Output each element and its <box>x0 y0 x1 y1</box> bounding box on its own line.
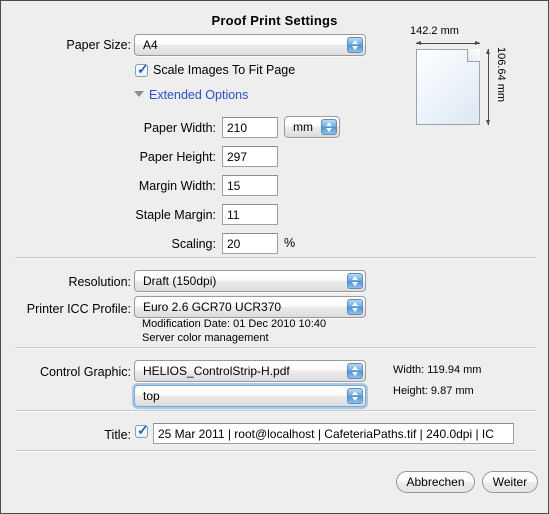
divider <box>15 450 536 451</box>
paper-width-label: Paper Width: <box>143 121 216 135</box>
scaling-value: 20 <box>227 236 241 251</box>
scaling-label: Scaling: <box>171 237 216 251</box>
icc-profile-value: Euro 2.6 GCR70 UCR370 <box>143 300 282 314</box>
stepper-icon[interactable] <box>347 273 363 289</box>
unit-value: mm <box>293 120 313 134</box>
staple-margin-input[interactable]: 11 <box>222 204 278 225</box>
icc-profile-select[interactable]: Euro 2.6 GCR70 UCR370 <box>134 296 366 318</box>
scaling-percent-suffix: % <box>284 236 296 250</box>
paper-height-value: 297 <box>227 149 248 164</box>
control-graphic-position-select[interactable]: top <box>134 385 366 407</box>
icc-profile-label: Printer ICC Profile: <box>26 302 131 316</box>
stepper-icon[interactable] <box>347 299 363 315</box>
resolution-value: Draft (150dpi) <box>143 274 217 288</box>
stepper-icon[interactable] <box>321 119 337 135</box>
paper-size-value: A4 <box>143 38 158 52</box>
resolution-select[interactable]: Draft (150dpi) <box>134 270 366 292</box>
control-graphic-file-select[interactable]: HELIOS_ControlStrip-H.pdf <box>134 360 366 382</box>
icc-color-management: Server color management <box>142 332 269 344</box>
preview-width-label: 142.2 mm <box>410 25 459 37</box>
control-graphic-label: Control Graphic: <box>39 365 131 379</box>
staple-margin-label: Staple Margin: <box>135 208 216 222</box>
divider <box>15 257 536 258</box>
staple-margin-value: 11 <box>227 207 240 222</box>
paper-size-select[interactable]: A4 <box>134 34 366 56</box>
scale-images-label: Scale Images To Fit Page <box>153 63 296 77</box>
page-fold-icon <box>467 49 480 62</box>
proof-print-settings-dialog: Proof Print Settings Paper Size: A4 ✓ Sc… <box>0 0 549 514</box>
paper-preview: 142.2 mm 106.64 mm <box>396 21 546 131</box>
margin-width-label: Margin Width: <box>138 179 216 193</box>
next-button[interactable]: Weiter <box>482 471 538 493</box>
margin-width-value: 15 <box>227 178 241 193</box>
disclosure-triangle-icon[interactable] <box>134 91 144 97</box>
control-graphic-width-text: Width: 119.94 mm <box>393 364 482 376</box>
control-graphic-position-value: top <box>143 389 160 403</box>
paper-height-label: Paper Height: <box>139 150 216 164</box>
extended-options-link[interactable]: Extended Options <box>149 88 248 102</box>
check-icon: ✓ <box>137 61 149 77</box>
stepper-icon[interactable] <box>347 37 363 53</box>
paper-width-input[interactable]: 210 <box>222 117 278 138</box>
paper-height-input[interactable]: 297 <box>222 146 278 167</box>
control-graphic-file-value: HELIOS_ControlStrip-H.pdf <box>143 364 290 378</box>
title-input[interactable]: 25 Mar 2011 | root@localhost | Cafeteria… <box>153 423 514 444</box>
title-checkbox[interactable]: ✓ <box>135 422 149 438</box>
check-icon: ✓ <box>137 422 149 438</box>
unit-select[interactable]: mm <box>284 116 340 138</box>
title-value: 25 Mar 2011 | root@localhost | Cafeteria… <box>158 426 494 441</box>
margin-width-input[interactable]: 15 <box>222 175 278 196</box>
icc-modification-date: Modification Date: 01 Dec 2010 10:40 <box>142 318 327 330</box>
scaling-input[interactable]: 20 <box>222 233 278 254</box>
preview-height-arrow-icon <box>486 49 490 125</box>
control-graphic-height-text: Height: 9.87 mm <box>393 385 474 397</box>
stepper-icon[interactable] <box>347 388 363 404</box>
stepper-icon[interactable] <box>347 363 363 379</box>
divider <box>15 410 536 411</box>
preview-height-label: 106.64 mm <box>495 47 507 103</box>
title-label: Title: <box>104 428 131 442</box>
resolution-label: Resolution: <box>68 275 131 289</box>
scale-images-checkbox[interactable]: ✓ <box>135 61 149 77</box>
divider <box>15 347 536 348</box>
preview-width-arrow-icon <box>416 41 480 45</box>
paper-size-label: Paper Size: <box>66 38 131 52</box>
cancel-button[interactable]: Abbrechen <box>396 471 475 493</box>
paper-width-value: 210 <box>227 120 248 135</box>
